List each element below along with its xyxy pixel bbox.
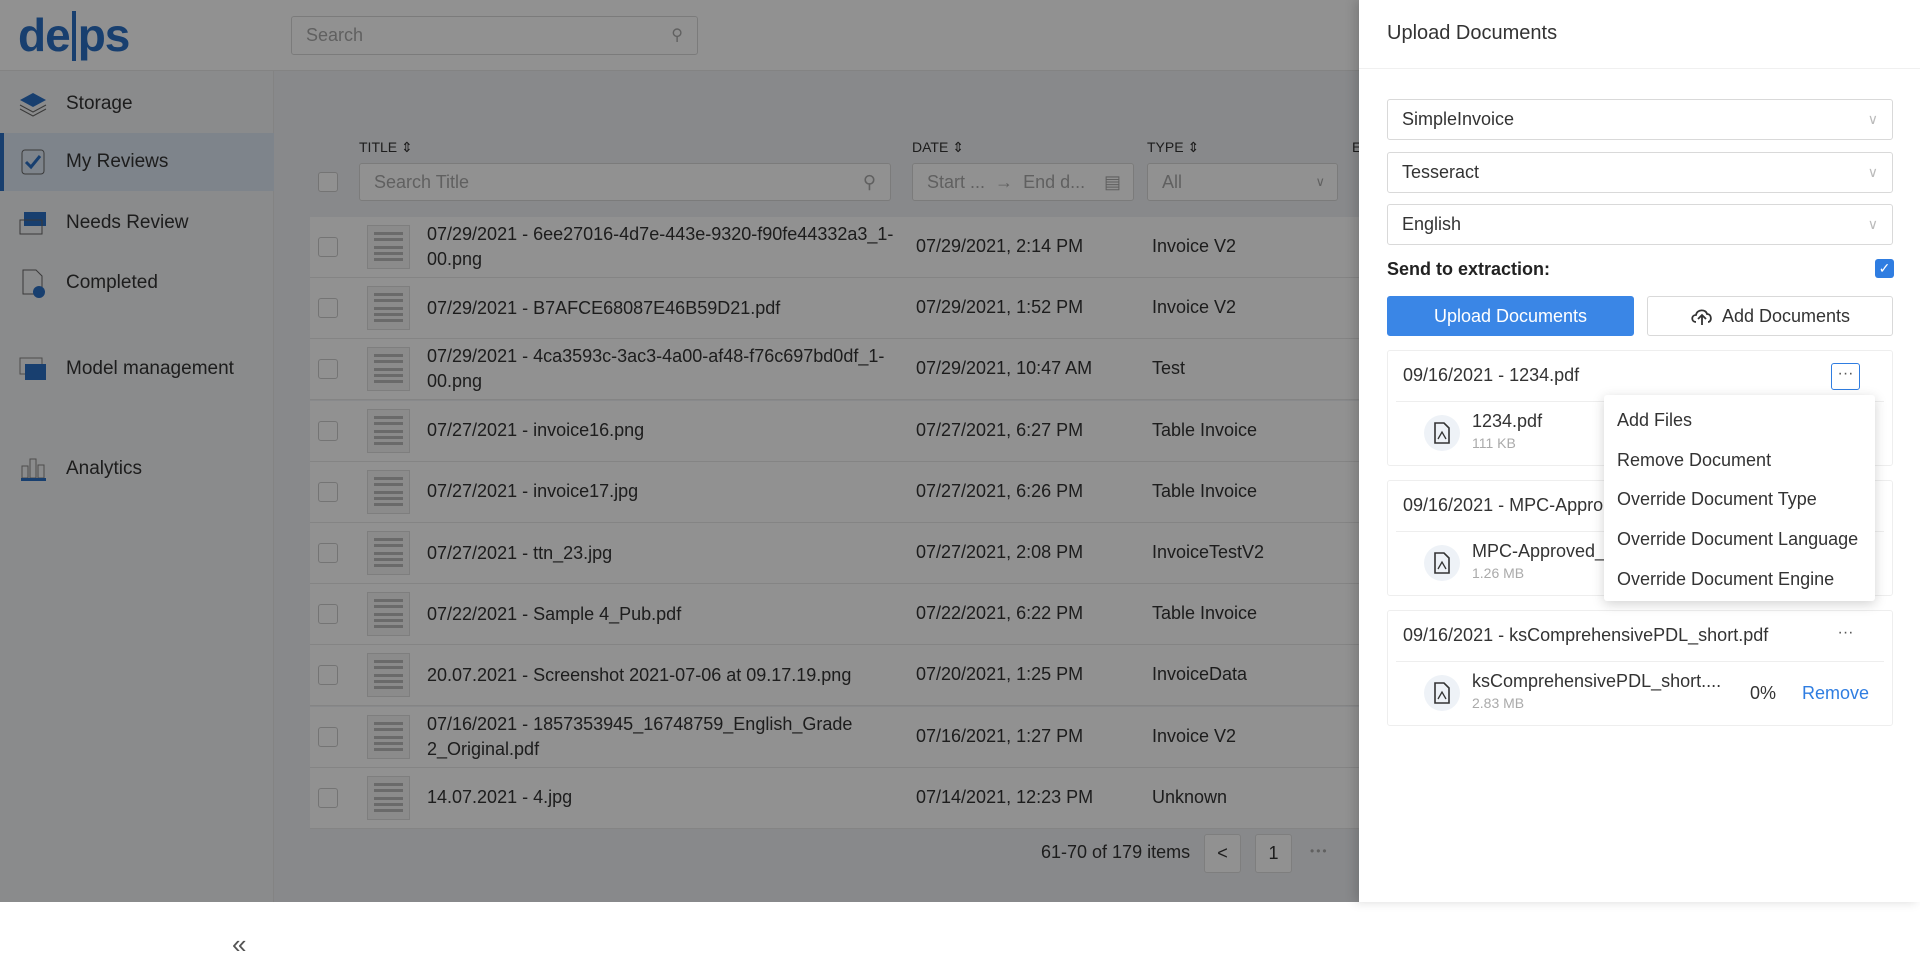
file-name: 1234.pdf xyxy=(1472,411,1543,431)
send-to-extraction-checkbox[interactable]: ✓ xyxy=(1875,259,1894,278)
divider xyxy=(1359,68,1920,69)
document-type-select[interactable]: SimpleInvoice ∨ xyxy=(1387,99,1893,140)
selected-value: SimpleInvoice xyxy=(1402,109,1515,129)
document-card-title: 09/16/2021 - 1234.pdf xyxy=(1403,365,1580,385)
selected-value: English xyxy=(1402,214,1462,234)
menu-item-override-document-engine[interactable]: Override Document Engine xyxy=(1604,566,1875,606)
upload-progress: 0% xyxy=(1750,683,1777,703)
upload-documents-button[interactable]: Upload Documents xyxy=(1387,296,1634,336)
menu-item-add-files[interactable]: Add Files xyxy=(1604,407,1875,447)
app: de ps Search ⚲ Storage My Reviews Needs Re… xyxy=(0,0,1920,959)
drawer-title: Upload Documents xyxy=(1387,22,1558,44)
selected-value: Tesseract xyxy=(1402,162,1480,182)
add-documents-button[interactable]: Add Documents xyxy=(1647,296,1893,336)
send-to-extraction-label: Send to extraction: xyxy=(1387,259,1551,279)
document-card-title: 09/16/2021 - MPC-Appro xyxy=(1403,495,1604,515)
button-label: Add Documents xyxy=(1721,306,1851,326)
pdf-file-icon xyxy=(1424,415,1460,451)
pdf-file-icon xyxy=(1424,675,1460,711)
cloud-upload-icon xyxy=(1690,306,1722,326)
file-size: 1.26 MB xyxy=(1472,565,1525,581)
file-size: 111 KB xyxy=(1472,435,1516,451)
more-actions-button[interactable]: ··· xyxy=(1831,363,1860,390)
document-card-title: 09/16/2021 - ksComprehensivePDL_short.pd… xyxy=(1403,625,1769,645)
language-select[interactable]: English ∨ xyxy=(1387,204,1893,245)
menu-item-override-document-type[interactable]: Override Document Type xyxy=(1604,486,1875,526)
document-actions-menu: Add Files Remove Document Override Documen… xyxy=(1604,395,1875,601)
menu-item-remove-document[interactable]: Remove Document xyxy=(1604,447,1875,487)
document-card: 09/16/2021 - ksComprehensivePDL_short.pd… xyxy=(1387,610,1893,726)
file-name: MPC-Approved_ xyxy=(1472,541,1606,561)
divider xyxy=(1396,661,1884,662)
more-actions-button[interactable]: ··· xyxy=(1831,623,1860,650)
file-size: 2.83 MB xyxy=(1472,695,1525,711)
remove-file-link[interactable]: Remove xyxy=(1802,683,1869,704)
chevron-down-icon: ∨ xyxy=(1867,216,1878,232)
chevron-down-icon: ∨ xyxy=(1867,164,1878,180)
file-name: ksComprehensivePDL_short.... xyxy=(1472,671,1722,691)
collapse-sidebar-button[interactable]: « xyxy=(232,929,246,960)
pdf-file-icon xyxy=(1424,545,1460,581)
chevron-down-icon: ∨ xyxy=(1867,111,1878,127)
engine-select[interactable]: Tesseract ∨ xyxy=(1387,152,1893,193)
menu-item-override-document-language[interactable]: Override Document Language xyxy=(1604,526,1875,566)
check-icon: ✓ xyxy=(1878,260,1891,276)
